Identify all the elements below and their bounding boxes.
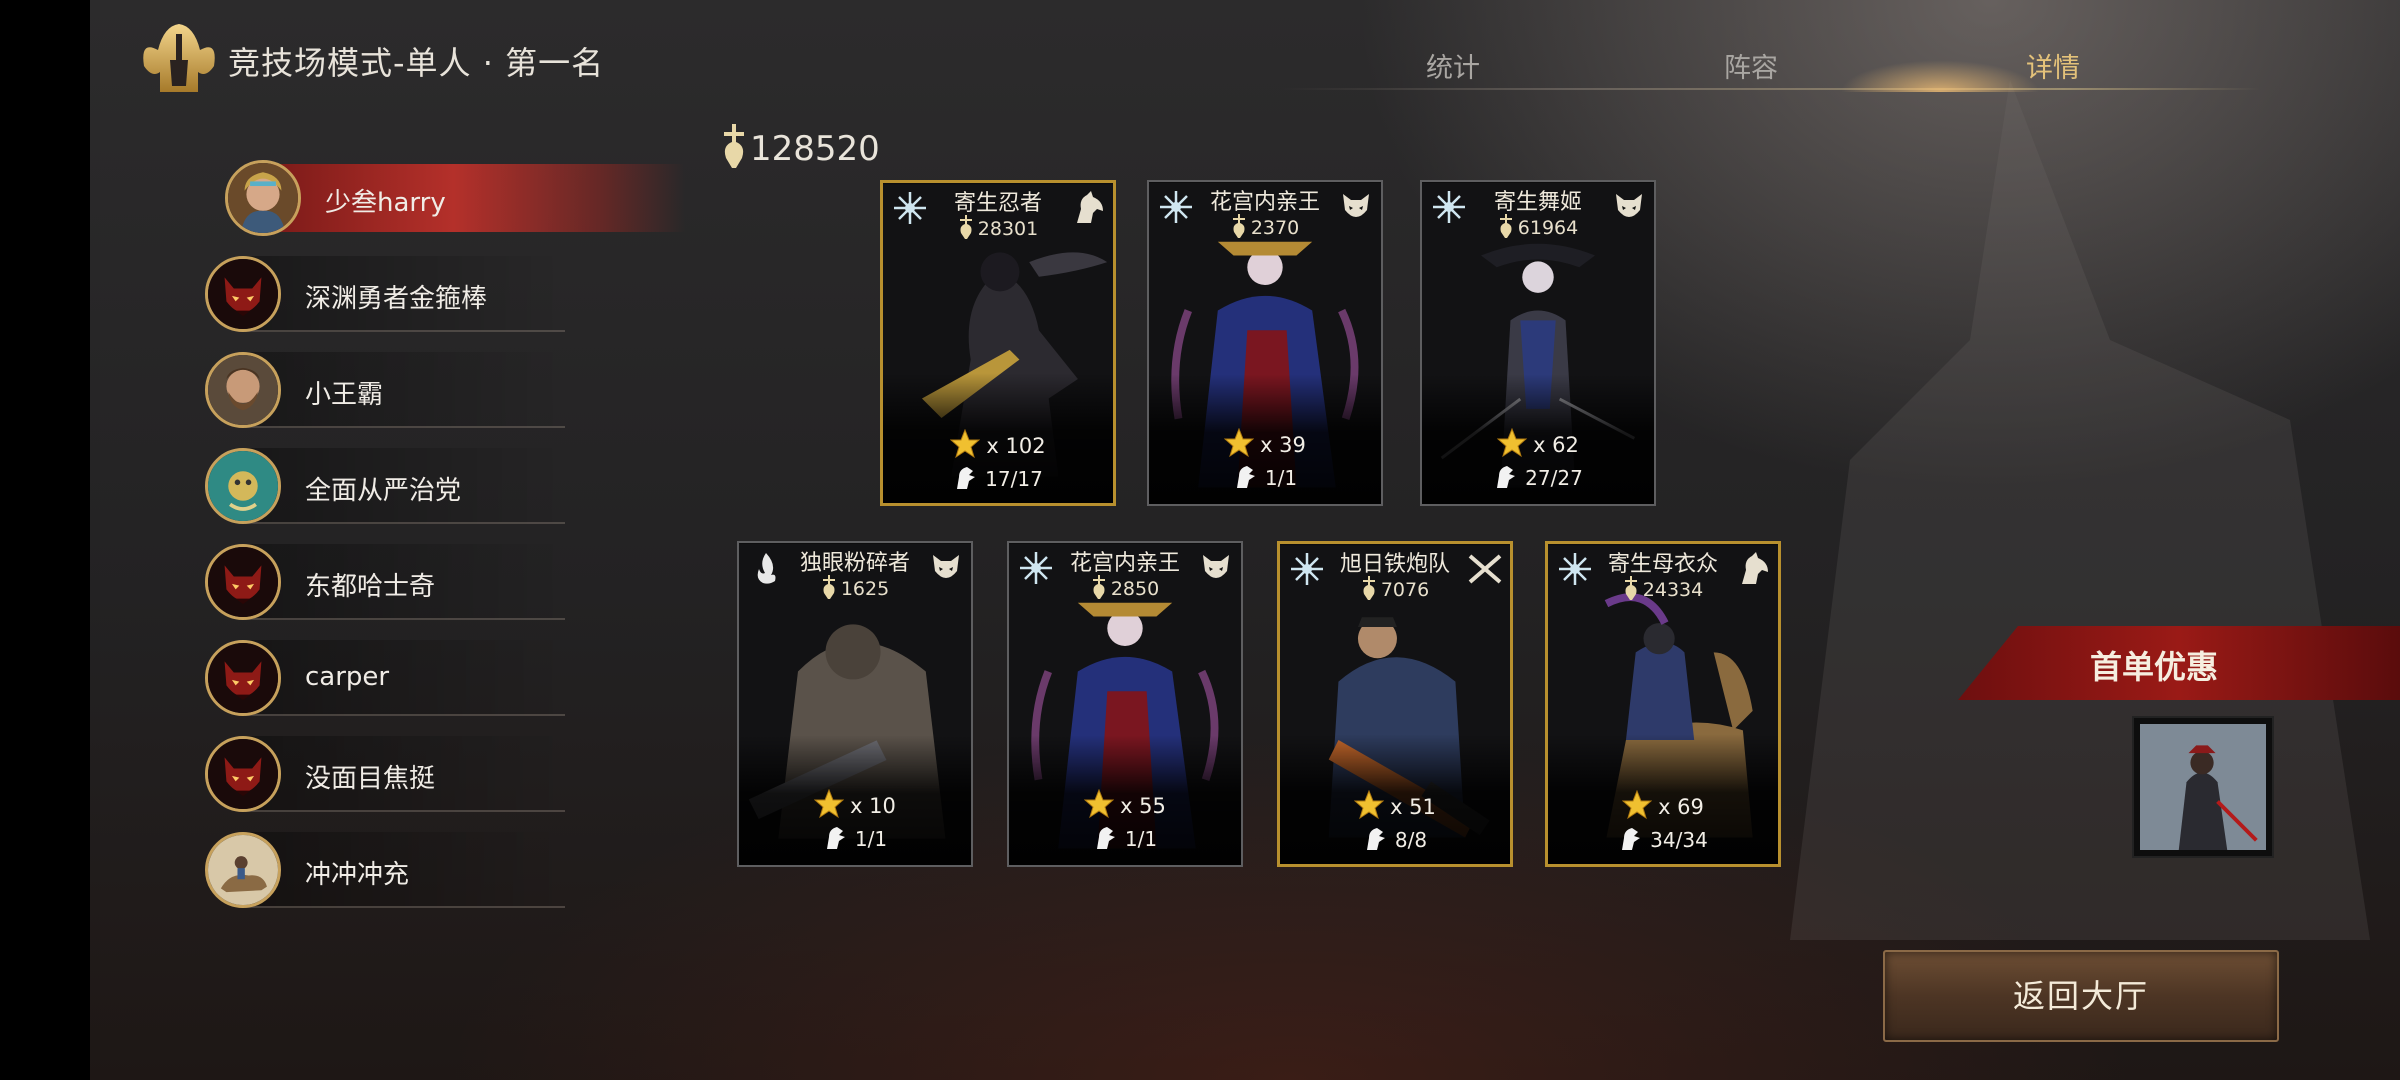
power-icon [1361,576,1377,600]
hero-name: 独眼粉碎者 [799,551,910,576]
power-icon [1498,214,1514,238]
hero-fragments: 1/1 [1009,825,1241,851]
hero-card[interactable]: 寄生忍者 28301 x 102 17/17 [880,180,1116,506]
hero-stars: x 55 [1009,789,1241,819]
arena-helmet-icon [143,24,215,92]
fragment-icon [953,465,977,491]
fragment-icon [1363,826,1387,852]
power-icon [821,575,837,599]
hero-stars: x 51 [1280,790,1510,820]
hero-stars: x 39 [1149,428,1381,458]
back-to-lobby-button[interactable]: 返回大厅 [1883,950,2279,1042]
hero-fragments: 34/34 [1548,826,1778,852]
player-name: 东都哈士奇 [305,572,436,602]
mode-title: 竞技场模式-单人 · 第一名 [228,44,605,82]
player-row[interactable]: 东都哈士奇 [205,544,565,620]
hero-fragments: 8/8 [1280,826,1510,852]
hero-fragments: 27/27 [1422,464,1654,490]
hero-stars: x 62 [1422,428,1654,458]
player-row[interactable]: 冲冲冲充 [205,832,565,908]
hero-power: 1625 [739,575,971,600]
tab-statistics[interactable]: 统计 [1426,46,1480,85]
player-name: 没面目焦挺 [305,764,436,794]
fragment-icon [1233,464,1257,490]
promo-hero-image [2140,724,2266,850]
player-row[interactable]: 少叁harry [225,160,685,236]
hero-power: 2370 [1149,214,1381,239]
power-icon [1231,214,1247,238]
star-icon [814,789,844,819]
player-row[interactable]: carper [205,640,565,716]
player-name: 冲冲冲充 [305,860,410,890]
power-icon [958,215,974,239]
hero-stars: x 102 [883,429,1113,459]
hero-card[interactable]: 寄生舞姬 61964 x 62 27/27 [1420,180,1656,506]
hero-fragments: 17/17 [883,465,1113,491]
tab-underline [1280,88,2260,90]
star-icon [950,429,980,459]
star-icon [1497,428,1527,458]
hero-name: 花宫内亲王 [1069,551,1180,576]
total-power-value: 128520 [750,129,880,169]
hero-power: 61964 [1422,214,1654,239]
hero-name: 旭日铁炮队 [1339,552,1450,577]
hero-fragments: 1/1 [739,825,971,851]
green-creature-avatar [205,448,281,524]
fragment-icon [1493,464,1517,490]
demon-mask-avatar [205,256,281,332]
hero-card[interactable]: 独眼粉碎者 1625 x 10 1/1 [737,541,973,867]
hero-fragments: 1/1 [1149,464,1381,490]
fragment-icon [1093,825,1117,851]
power-icon [724,124,744,168]
hero-name: 寄生舞姬 [1493,190,1582,215]
player-row[interactable]: 小王霸 [205,352,565,428]
hero-card[interactable]: 花宫内亲王 2850 x 55 1/1 [1007,541,1243,867]
hero-power: 2850 [1009,575,1241,600]
female-hero-avatar [225,160,301,236]
star-icon [1354,790,1384,820]
demon-mask-avatar [205,544,281,620]
hero-stars: x 69 [1548,790,1778,820]
player-row[interactable]: 全面从严治党 [205,448,565,524]
hero-name: 寄生忍者 [953,191,1042,216]
left-black-bar [0,0,90,1080]
player-name: carper [305,662,390,692]
hero-stars: x 10 [739,789,971,819]
player-name: 全面从严治党 [305,476,462,506]
hero-card[interactable]: 旭日铁炮队 7076 x 51 8/8 [1277,541,1513,867]
hero-power: 7076 [1280,576,1510,601]
hero-power: 28301 [883,215,1113,240]
star-icon [1084,789,1114,819]
promo-hero-thumbnail[interactable] [2132,716,2274,858]
back-button-label: 返回大厅 [2012,977,2149,1015]
tab-details[interactable]: 详情 [2026,46,2080,85]
hero-name: 寄生母衣众 [1607,552,1718,577]
power-icon [1623,576,1639,600]
hero-name: 花宫内亲王 [1209,190,1320,215]
active-tab-glow [1840,60,2040,92]
total-power: 128520 [720,124,880,169]
player-name: 深渊勇者金箍棒 [305,284,488,314]
hero-card[interactable]: 花宫内亲王 2370 x 39 1/1 [1147,180,1383,506]
player-name: 少叁harry [325,188,446,218]
player-row[interactable]: 深渊勇者金箍棒 [205,256,565,332]
player-name: 小王霸 [305,380,384,410]
demon-mask-avatar [205,736,281,812]
horse-rider-avatar [205,832,281,908]
promo-label[interactable]: 首单优惠 [2090,642,2218,688]
hero-power: 24334 [1548,576,1778,601]
hero-card[interactable]: 寄生母衣众 24334 x 69 34/34 [1545,541,1781,867]
tab-lineup[interactable]: 阵容 [1724,46,1778,85]
fragment-icon [823,825,847,851]
fragment-icon [1618,826,1642,852]
star-icon [1622,790,1652,820]
player-row[interactable]: 没面目焦挺 [205,736,565,812]
tab-bar: 统计 阵容 详情 [1280,0,2260,92]
demon-mask-avatar [205,640,281,716]
power-icon [1091,575,1107,599]
bearded-man-avatar [205,352,281,428]
star-icon [1224,428,1254,458]
